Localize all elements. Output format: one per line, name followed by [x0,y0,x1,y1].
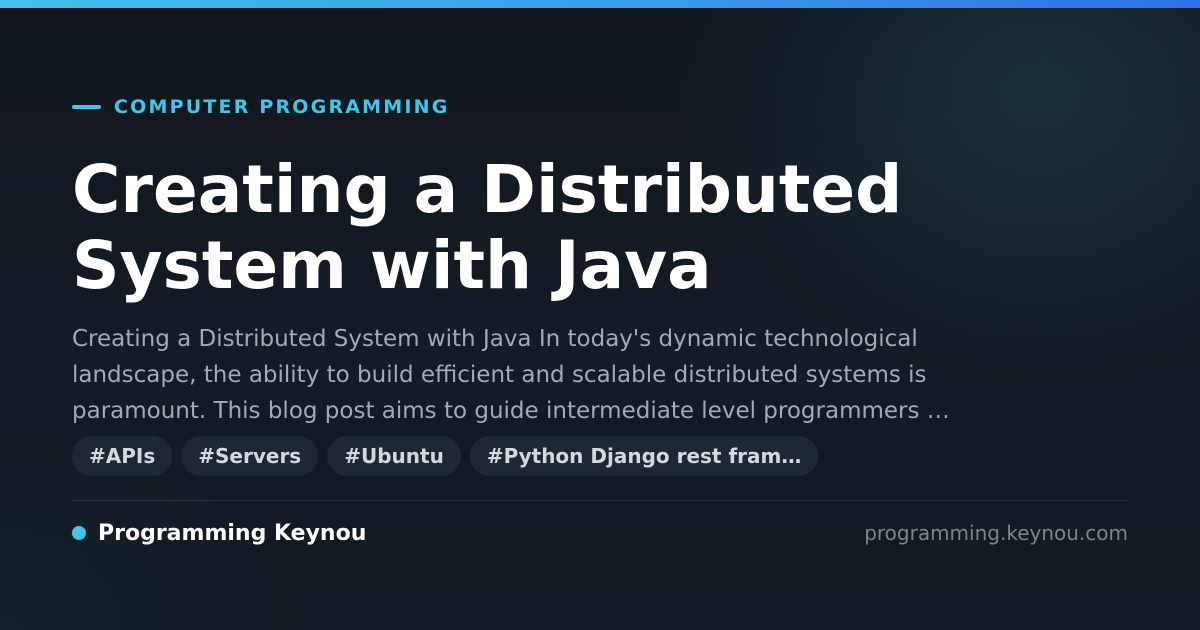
brand-dot-icon [72,526,86,540]
category-label: COMPUTER PROGRAMMING [72,94,450,120]
tag-ubuntu: #Ubuntu [327,436,461,476]
post-title: Creating a Distributed System with Java [72,151,903,304]
brand: Programming Keynou [72,518,366,548]
post-excerpt: Creating a Distributed System with Java … [72,321,1132,429]
tag-python-django: #Python Django rest fram… [469,436,819,476]
category-text: COMPUTER PROGRAMMING [114,96,450,118]
tag-list: #APIs #Servers #Ubuntu #Python Django re… [72,436,819,476]
brand-name: Programming Keynou [98,520,367,546]
site-domain: programming.keynou.com [864,521,1128,545]
share-card: COMPUTER PROGRAMMING Creating a Distribu… [0,0,1200,630]
excerpt-line: Creating a Distributed System with Java … [72,326,918,352]
excerpt-line: paramount. This blog post aims to guide … [72,398,950,424]
category-dash-icon [72,105,101,109]
accent-bar [0,0,1200,8]
tag-servers: #Servers [181,436,319,476]
tag-apis: #APIs [72,436,173,476]
divider [72,500,1128,501]
excerpt-line: landscape, the ability to build efficien… [72,362,927,388]
